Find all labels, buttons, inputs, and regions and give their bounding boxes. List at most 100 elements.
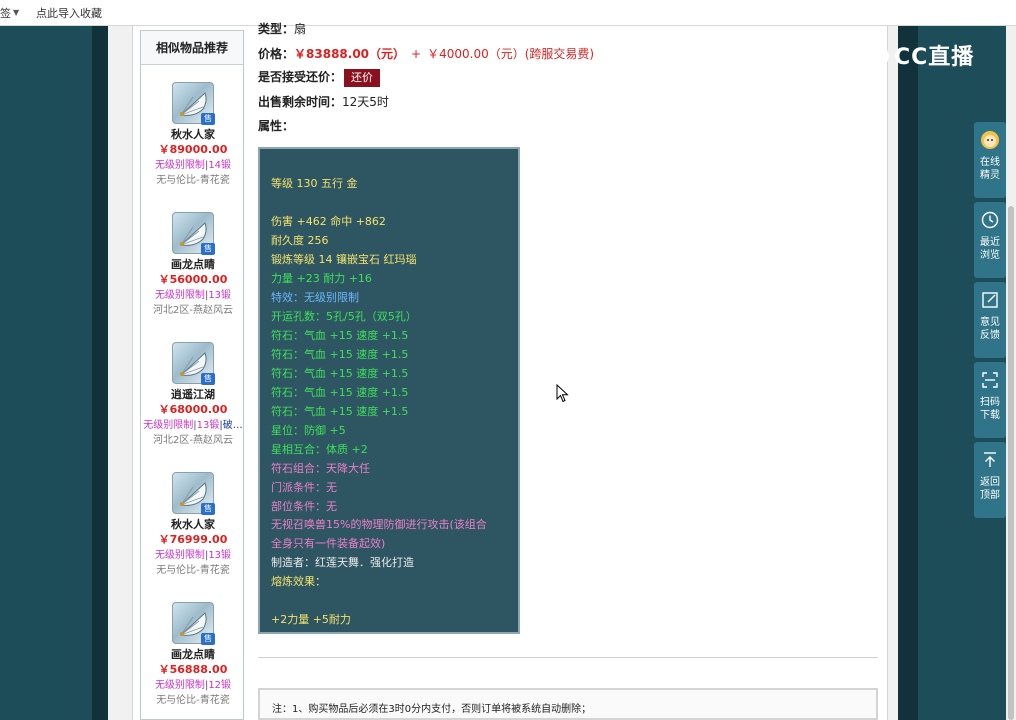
attribute-line: 锻炼等级 14 镶嵌宝石 红玛瑙: [271, 253, 417, 266]
attribute-line: 特效：无级别限制: [271, 291, 359, 304]
bargain-row: 是否接受还价： 还价: [258, 68, 381, 87]
similar-item-name[interactable]: 画龙点睛: [141, 648, 245, 662]
similar-item-server: 河北2区-燕赵风云: [153, 305, 233, 316]
bookmarks-dropdown[interactable]: 签 ▼: [0, 5, 22, 21]
similar-item-tags: 无级别限制|12锻: [141, 678, 245, 693]
float-scan-download[interactable]: 扫码下载: [974, 362, 1006, 438]
float-recent-browse-label: 最近浏览: [980, 237, 1000, 261]
purchase-notice-text: 注：1、购买物品后必须在3时0分内支付，否则订单将被系统自动删除；: [272, 704, 592, 715]
cc-logo-icon: [851, 40, 889, 71]
item-type-label: 类型：: [258, 22, 295, 36]
attribute-line: 熔炼效果：: [271, 575, 326, 588]
item-thumbnail[interactable]: 售: [172, 82, 215, 125]
floating-toolbar: 在线精灵 最近浏览 意见反馈 扫码下载 返回顶部: [974, 122, 1006, 522]
attribute-line: 力量 +23 耐力 +16: [271, 272, 372, 285]
similar-item[interactable]: 售秋水人家 ￥76999.00 无级别限制|13锻 无与伦比-青花瓷: [141, 472, 245, 579]
similar-item-price: ￥56888.00: [158, 663, 228, 676]
bookmarks-bar: 签 ▼ 点此导入收藏: [0, 0, 1016, 26]
forge-level-tag: 13锻: [196, 420, 220, 431]
float-feedback[interactable]: 意见反馈: [974, 282, 1006, 358]
float-scan-download-label: 扫码下载: [980, 397, 1000, 421]
time-remaining-label: 出售剩余时间：: [258, 95, 343, 109]
similar-item[interactable]: 售秋水人家 ￥89000.00 无级别限制|14锻 无与伦比-青花瓷: [141, 82, 245, 189]
sidebar-title: 相似物品推荐: [141, 31, 243, 65]
attribute-line: 无视召唤兽15%的物理防御进行攻击(该组合: [271, 518, 487, 531]
item-thumbnail[interactable]: 售: [172, 472, 215, 515]
forge-level-tag: 13锻: [208, 290, 232, 301]
forge-level-tag: 12锻: [208, 680, 232, 691]
float-recent-browse[interactable]: 最近浏览: [974, 202, 1006, 278]
item-thumbnail[interactable]: 售: [172, 212, 215, 255]
cc-live-watermark: CC直播: [850, 36, 990, 74]
page-scrollbar-thumb[interactable]: [1008, 206, 1014, 720]
similar-item-price: ￥89000.00: [158, 143, 228, 156]
for-sale-badge: 售: [201, 243, 215, 255]
for-sale-badge: 售: [201, 503, 215, 515]
bookmarks-dropdown-label: 签: [0, 6, 11, 20]
float-back-to-top[interactable]: 返回顶部: [974, 442, 1006, 518]
similar-item[interactable]: 售画龙点睛 ￥56000.00 无级别限制|13锻河北2区-燕赵风云: [141, 212, 245, 319]
item-type-row: 类型：扇: [258, 20, 306, 37]
bargain-button[interactable]: 还价: [344, 68, 381, 87]
similar-item-price: ￥76999.00: [158, 533, 228, 546]
item-price-label: 价格：: [258, 47, 295, 61]
float-online-helper[interactable]: 在线精灵: [974, 122, 1006, 198]
attribute-line: 伤害 +462 命中 +862: [271, 215, 386, 228]
similar-item-price: ￥56000.00: [158, 273, 228, 286]
attribute-line: 耐久度 256: [271, 234, 329, 247]
clock-icon: [980, 210, 1000, 230]
similar-item-price: ￥68000.00: [158, 403, 228, 416]
watermark-text: CC直播: [894, 45, 975, 70]
item-attributes-panel: 等级 130 五行 金伤害 +462 命中 +862 耐久度 256 锻炼等级 14…: [258, 147, 520, 634]
attribute-line: 开运孔数：5孔/5孔（双5孔）: [271, 310, 417, 323]
for-sale-badge: 售: [201, 373, 215, 385]
similar-item-tags: 无级别限制|13锻: [141, 288, 245, 303]
attribute-line: 全身只有一件装备起效): [271, 537, 386, 550]
attribute-line: 符石：气血 +15 速度 +1.5: [271, 329, 409, 342]
similar-item-tags: 无级别限制|13锻|破…: [141, 418, 245, 433]
section-divider: [258, 657, 878, 658]
similar-item-name[interactable]: 秋水人家: [141, 128, 245, 142]
similar-item-name[interactable]: 秋水人家: [141, 518, 245, 532]
edit-icon: [980, 290, 1000, 310]
similar-item[interactable]: 售逍遥江湖 ￥68000.00 无级别限制|13锻|破… 河北2区-燕赵风云: [141, 342, 245, 449]
similar-item[interactable]: 售画龙点睛 ￥56888.00 无级别限制|12锻无与伦比-青花瓷: [141, 602, 245, 709]
item-thumbnail[interactable]: 售: [172, 602, 215, 645]
bargain-label: 是否接受还价：: [258, 70, 343, 84]
item-thumbnail[interactable]: 售: [172, 342, 215, 385]
page-background-left: [0, 26, 92, 720]
level-limit-tag: 无级别限制: [154, 160, 205, 171]
cross-server-fee: ￥4000.00（元）(跨服交易费): [427, 47, 595, 61]
level-limit-tag: 无级别限制: [143, 420, 194, 431]
float-back-to-top-label: 返回顶部: [980, 477, 1000, 501]
similar-item-name[interactable]: 逍遥江湖: [141, 388, 245, 402]
scan-icon: [980, 370, 1000, 390]
similar-item-name[interactable]: 画龙点睛: [141, 258, 245, 272]
similar-item-server: 无与伦比-青花瓷: [156, 695, 230, 706]
avatar-icon: [980, 130, 1000, 150]
attributes-heading-row: 属性：: [258, 117, 294, 134]
mouse-cursor-icon: [556, 384, 569, 403]
page-gutter-left: [92, 26, 108, 720]
similar-items-sidebar: 相似物品推荐 售秋水人家 ￥89000.00 无级别限制|14锻 无与伦比-青花瓷售画…: [140, 30, 244, 720]
float-online-helper-label: 在线精灵: [980, 157, 1000, 181]
attribute-line: +2力量 +5耐力: [271, 613, 351, 626]
item-price-row: 价格：￥83888.00（元） + ￥4000.00（元）(跨服交易费): [258, 45, 594, 62]
purchase-notice: 注：1、购买物品后必须在3时0分内支付，否则订单将被系统自动删除；: [258, 688, 878, 720]
level-limit-tag: 无级别限制: [154, 550, 205, 561]
attribute-line: 符石：气血 +15 速度 +1.5: [271, 348, 409, 361]
attribute-line: 符石：气血 +15 速度 +1.5: [271, 367, 409, 380]
import-bookmarks-link[interactable]: 点此导入收藏: [36, 5, 102, 21]
forge-level-tag: 14锻: [208, 160, 232, 171]
similar-item-server: 无与伦比-青花瓷: [156, 175, 230, 186]
attribute-line: 星相互合：体质 +2: [271, 443, 368, 456]
time-remaining-value: 12天5时: [342, 95, 389, 109]
for-sale-badge: 售: [201, 113, 215, 125]
similar-item-tags: 无级别限制|13锻: [141, 548, 245, 563]
attribute-line: 星位：防御 +5: [271, 424, 346, 437]
attributes-heading: 属性：: [258, 119, 295, 133]
float-feedback-label: 意见反馈: [980, 317, 1000, 341]
level-limit-tag: 无级别限制: [154, 680, 205, 691]
attribute-line: 符石：气血 +15 速度 +1.5: [271, 386, 409, 399]
time-remaining-row: 出售剩余时间：12天5时: [258, 93, 389, 110]
